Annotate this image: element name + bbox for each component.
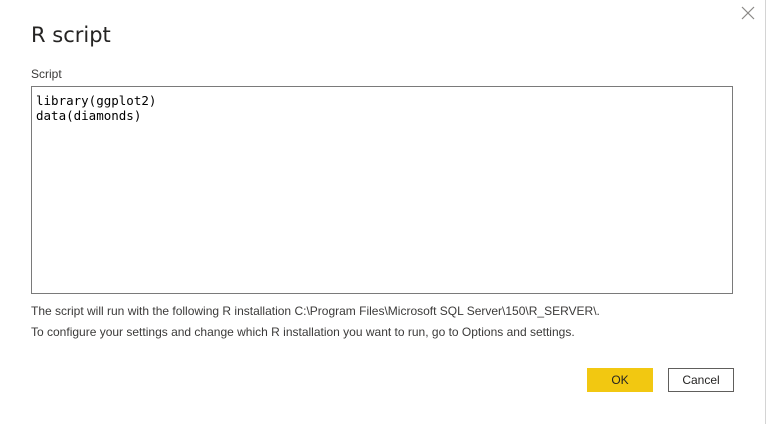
cancel-button[interactable]: Cancel — [668, 368, 734, 392]
close-button[interactable] — [738, 3, 758, 23]
script-field-label: Script — [31, 67, 62, 81]
dialog-title: R script — [31, 23, 111, 47]
close-icon — [741, 6, 755, 20]
r-installation-info: The script will run with the following R… — [31, 304, 600, 318]
script-editor[interactable] — [31, 86, 733, 294]
r-script-dialog: R script Script The script will run with… — [0, 0, 766, 424]
options-settings-hint: To configure your settings and change wh… — [31, 325, 575, 339]
ok-button[interactable]: OK — [587, 368, 653, 392]
